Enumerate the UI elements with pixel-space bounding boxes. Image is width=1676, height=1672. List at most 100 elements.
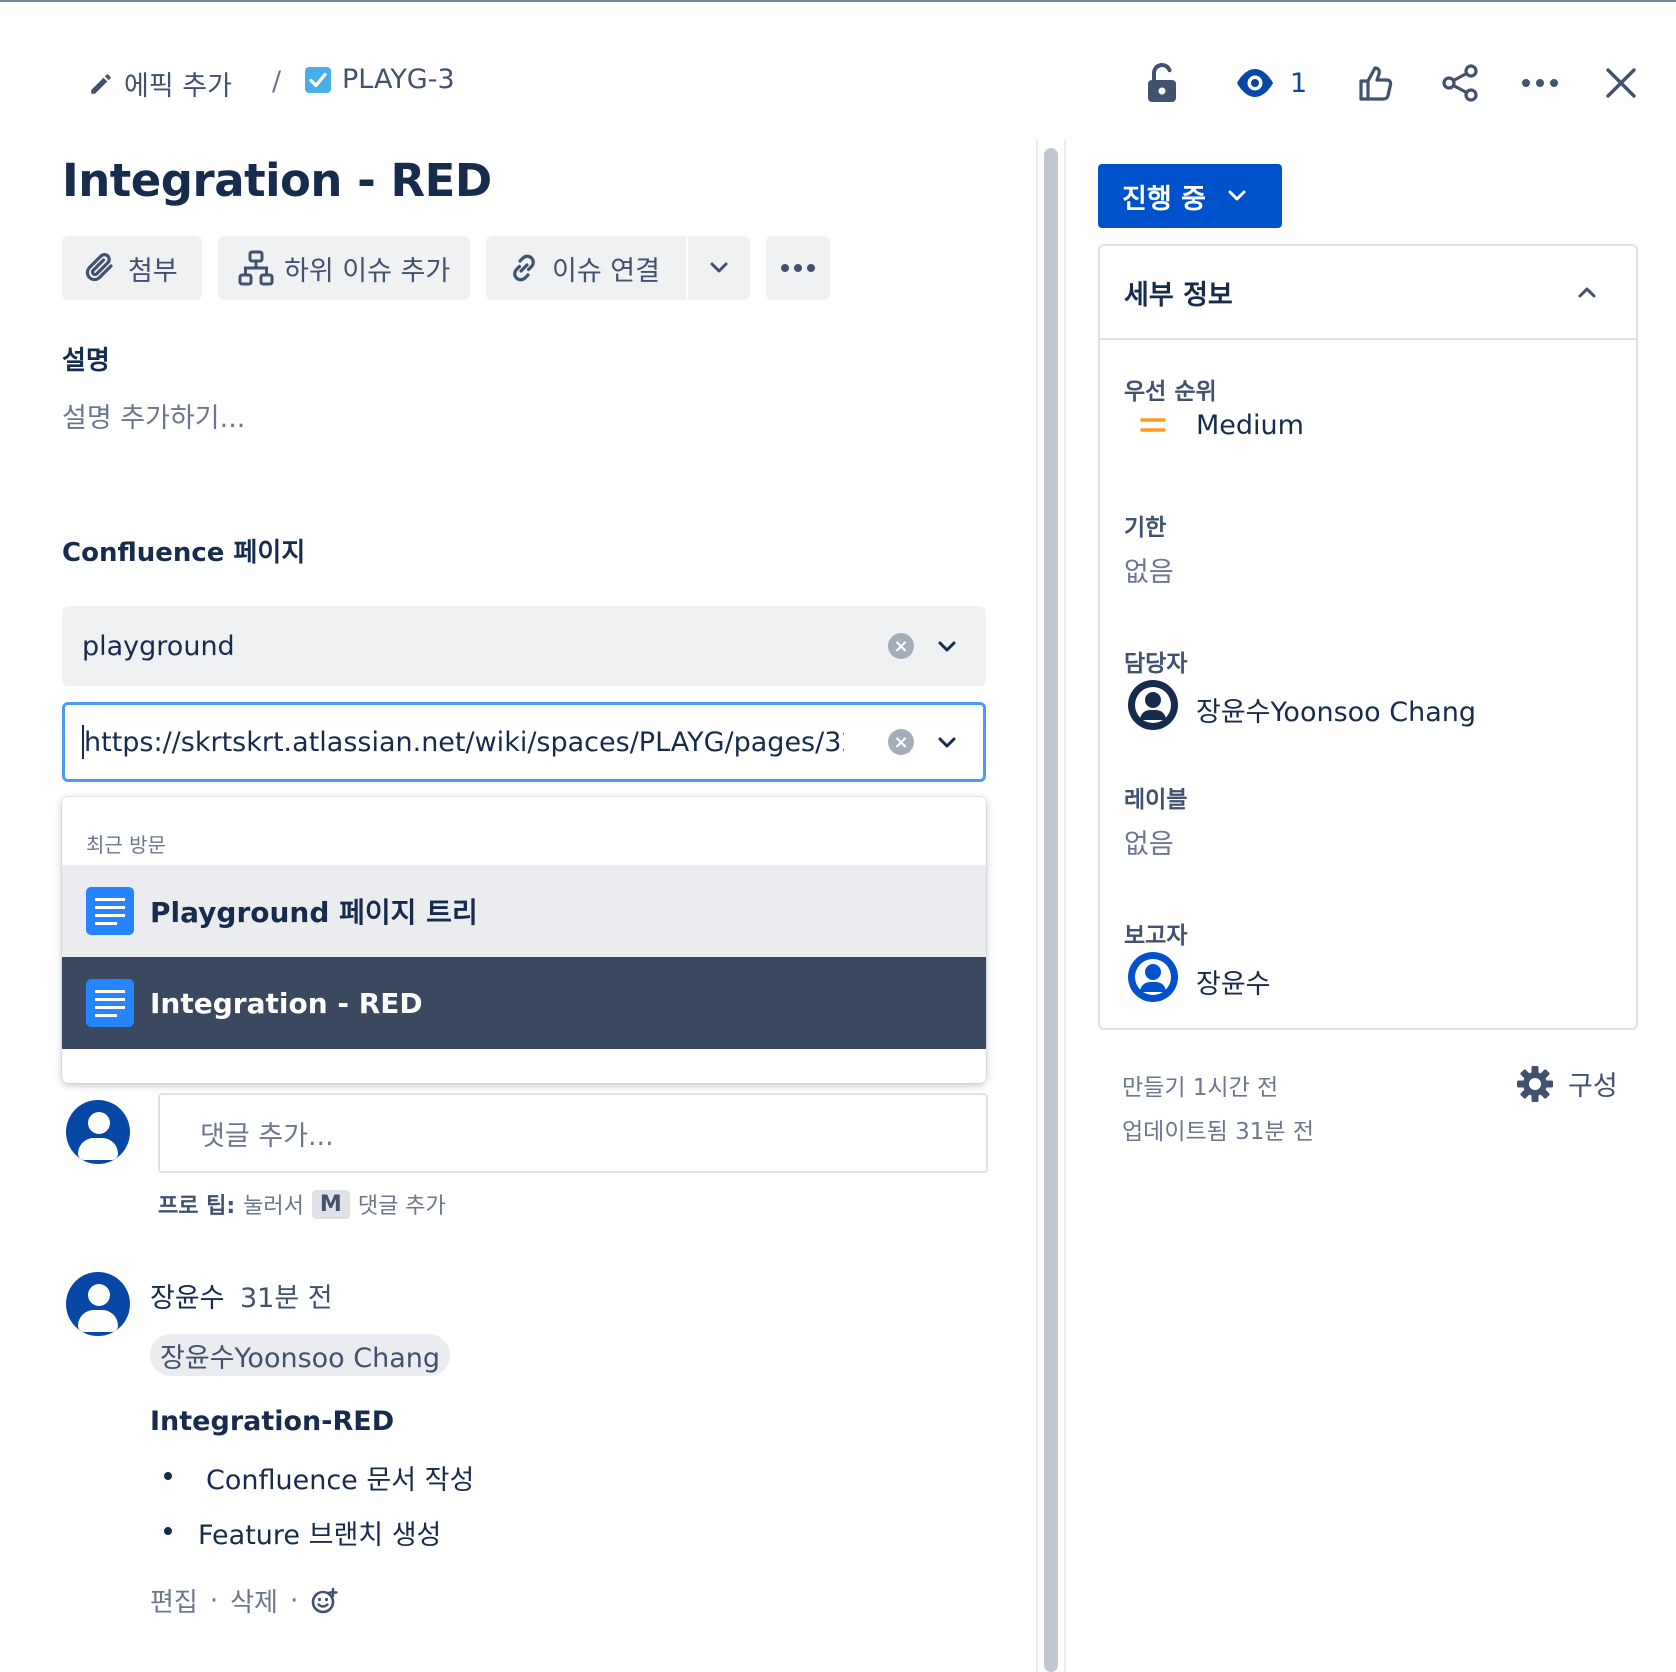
attach-button[interactable]: 첨부 <box>62 236 202 300</box>
comment-bullet: Confluence 문서 작성 <box>206 1465 475 1496</box>
reporter-label: 보고자 <box>1124 923 1188 949</box>
recent-section-label: 최근 방문 <box>86 833 166 857</box>
attach-label: 첨부 <box>128 255 178 287</box>
chevron-down-icon[interactable] <box>938 641 956 653</box>
share-button[interactable] <box>1438 60 1482 106</box>
close-icon <box>1605 67 1637 99</box>
separator-dot: · <box>209 1585 219 1616</box>
due-date-value[interactable]: 없음 <box>1124 550 1174 589</box>
pencil-icon <box>88 71 114 97</box>
chevron-down-icon[interactable] <box>938 737 956 749</box>
pro-tip-text-2: 댓글 추가 <box>357 1194 446 1219</box>
details-panel: 세부 정보 우선 순위 Medium 기한 없음 담당자 장윤수Yoonsoo … <box>1098 244 1638 1030</box>
page-icon <box>86 979 134 1027</box>
assignee-label: 담당자 <box>1124 651 1188 677</box>
confluence-url-input[interactable]: https://skrtskrt.atlassian.net/wiki/spac… <box>62 702 986 782</box>
user-mention[interactable]: 장윤수Yoonsoo Chang <box>150 1334 451 1376</box>
comment-placeholder: 댓글 추가... <box>200 1120 334 1152</box>
option-label: Integration - RED <box>150 986 423 1020</box>
current-user-avatar <box>66 1100 130 1164</box>
link-issue-dropdown-button[interactable] <box>688 236 750 300</box>
confluence-heading: Confluence 페이지 <box>62 538 306 568</box>
add-reaction-icon[interactable] <box>310 1587 338 1615</box>
issue-title[interactable]: Integration - RED <box>62 154 492 207</box>
link-icon <box>506 250 542 286</box>
pro-tip-label: 프로 팁: <box>158 1194 236 1219</box>
lock-button[interactable] <box>1142 60 1182 106</box>
add-epic-link[interactable]: 에픽 추가 <box>88 64 232 103</box>
labels-label: 레이블 <box>1124 787 1188 813</box>
shortcut-key: M <box>311 1189 350 1219</box>
gear-icon <box>1516 1065 1554 1103</box>
eye-icon <box>1234 66 1276 100</box>
created-timestamp: 만들기 1시간 전 <box>1122 1075 1279 1101</box>
space-value: playground <box>82 630 235 662</box>
updated-timestamp: 업데이트됨 31분 전 <box>1122 1119 1315 1145</box>
option-label: Playground 페이지 트리 <box>150 896 478 929</box>
close-button[interactable] <box>1598 60 1644 106</box>
paperclip-icon <box>84 251 118 285</box>
chevron-down-icon <box>710 262 728 274</box>
watch-count: 1 <box>1290 67 1308 99</box>
comment-author[interactable]: 장윤수 <box>150 1276 225 1315</box>
pro-tip: 프로 팁: 눌러서 M 댓글 추가 <box>158 1188 446 1220</box>
task-type-icon <box>304 66 332 94</box>
add-subtask-button[interactable]: 하위 이슈 추가 <box>218 236 470 300</box>
add-epic-label: 에픽 추가 <box>124 71 232 102</box>
separator-dot: · <box>289 1585 299 1616</box>
reporter-value[interactable]: 장윤수 <box>1196 962 1271 1001</box>
configure-label: 구성 <box>1568 1071 1618 1102</box>
comment-heading: Integration-RED <box>150 1406 395 1437</box>
link-issue-label: 이슈 연결 <box>552 255 660 287</box>
link-issue-button[interactable]: 이슈 연결 <box>486 236 686 300</box>
bullet-dot <box>164 1472 172 1480</box>
comment-actions: 편집 · 삭제 · <box>150 1582 338 1619</box>
configure-button[interactable]: 구성 <box>1516 1064 1618 1103</box>
description-heading: 설명 <box>62 346 110 376</box>
comment-time: 31분 전 <box>240 1283 333 1314</box>
toolbar-more-button[interactable] <box>766 236 830 300</box>
more-horizontal-icon <box>780 263 816 273</box>
dropdown-option-integration-red[interactable]: Integration - RED <box>62 957 986 1049</box>
page-icon <box>86 887 134 935</box>
share-icon <box>1440 63 1480 103</box>
thumbs-up-icon <box>1357 64 1395 102</box>
details-heading: 세부 정보 <box>1124 279 1233 311</box>
bullet-dot <box>164 1527 172 1535</box>
unlock-icon <box>1146 62 1178 104</box>
like-button[interactable] <box>1356 60 1396 106</box>
chevron-down-icon <box>1228 190 1246 202</box>
edit-comment-link[interactable]: 편집 <box>150 1582 198 1619</box>
confluence-page-dropdown: 최근 방문 Playground 페이지 트리 Integration - RE… <box>62 797 986 1083</box>
scrollbar-thumb[interactable] <box>1044 148 1058 1672</box>
confluence-space-select[interactable]: playground × <box>62 606 986 686</box>
chevron-up-icon <box>1578 286 1596 298</box>
pro-tip-text: 눌러서 <box>243 1194 304 1219</box>
add-subtask-label: 하위 이슈 추가 <box>284 255 451 287</box>
priority-label: 우선 순위 <box>1124 379 1217 405</box>
due-date-label: 기한 <box>1124 515 1167 541</box>
delete-comment-link[interactable]: 삭제 <box>230 1582 278 1619</box>
comment-author-avatar <box>66 1272 130 1336</box>
dropdown-option-playground-tree[interactable]: Playground 페이지 트리 <box>62 865 986 957</box>
more-horizontal-icon <box>1521 78 1559 88</box>
status-transition-button[interactable]: 진행 중 <box>1098 164 1282 228</box>
add-comment-input[interactable]: 댓글 추가... <box>158 1093 988 1173</box>
clear-icon[interactable]: × <box>888 633 914 659</box>
comment-bullet: Feature 브랜치 생성 <box>198 1520 442 1551</box>
watch-button[interactable]: 1 <box>1234 60 1307 106</box>
details-panel-header[interactable]: 세부 정보 <box>1100 246 1636 340</box>
url-value: https://skrtskrt.atlassian.net/wiki/spac… <box>84 726 844 758</box>
hierarchy-icon <box>238 250 274 286</box>
clear-icon[interactable]: × <box>888 729 914 755</box>
more-actions-button[interactable] <box>1518 60 1562 106</box>
labels-value[interactable]: 없음 <box>1124 822 1174 861</box>
reporter-avatar <box>1128 952 1178 1002</box>
priority-value[interactable]: Medium <box>1196 410 1304 441</box>
breadcrumb-separator: / <box>272 66 282 97</box>
description-placeholder[interactable]: 설명 추가하기... <box>62 396 245 435</box>
status-label: 진행 중 <box>1122 183 1206 215</box>
issue-key: PLAYG-3 <box>342 64 455 95</box>
assignee-value[interactable]: 장윤수Yoonsoo Chang <box>1196 690 1476 729</box>
issue-key-link[interactable]: PLAYG-3 <box>304 64 455 95</box>
